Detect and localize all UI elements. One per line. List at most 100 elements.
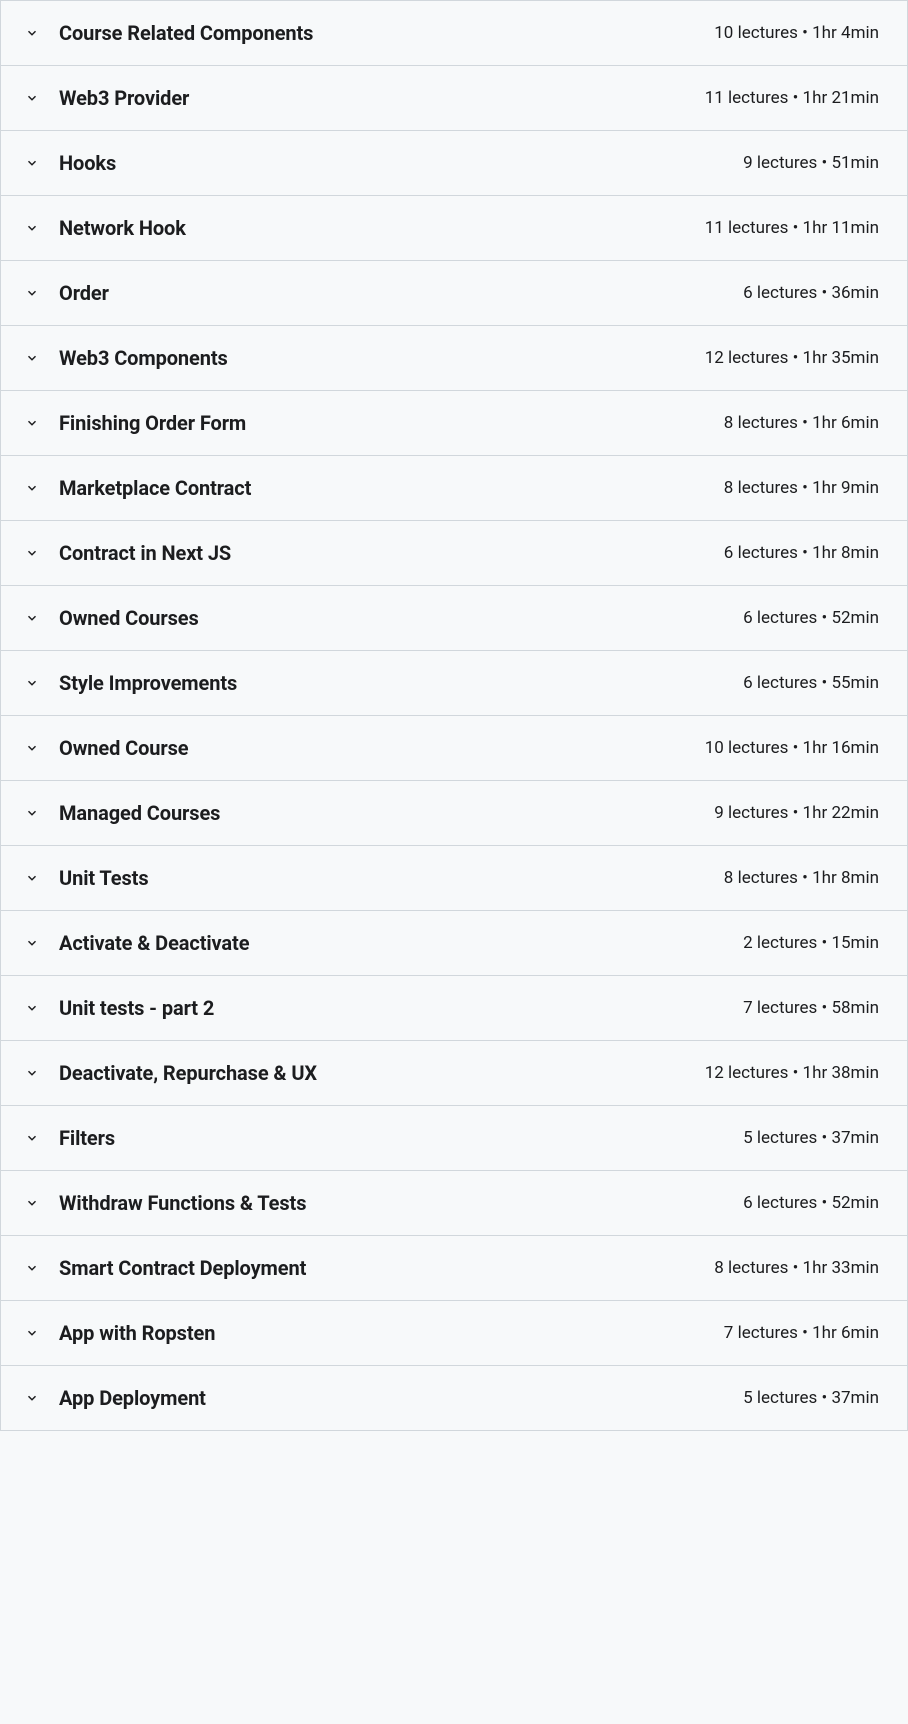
section-title: App Deployment — [59, 1386, 206, 1410]
section-left: Style Improvements — [25, 671, 237, 695]
section-meta: 6 lectures • 1hr 8min — [724, 543, 879, 563]
section-row[interactable]: Owned Courses 6 lectures • 52min — [1, 586, 907, 651]
chevron-down-icon — [25, 676, 39, 690]
chevron-down-icon — [25, 416, 39, 430]
chevron-down-icon — [25, 481, 39, 495]
section-title: Smart Contract Deployment — [59, 1256, 306, 1280]
section-title: Managed Courses — [59, 801, 220, 825]
section-left: Order — [25, 281, 109, 305]
section-title: Unit tests - part 2 — [59, 996, 214, 1020]
section-title: Style Improvements — [59, 671, 237, 695]
section-left: Unit tests - part 2 — [25, 996, 214, 1020]
chevron-down-icon — [25, 741, 39, 755]
section-title: Web3 Provider — [59, 86, 189, 110]
section-title: Finishing Order Form — [59, 411, 246, 435]
section-row[interactable]: Network Hook 11 lectures • 1hr 11min — [1, 196, 907, 261]
section-row[interactable]: Owned Course 10 lectures • 1hr 16min — [1, 716, 907, 781]
curriculum-panel: Course Related Components 10 lectures • 1… — [0, 0, 908, 1431]
section-left: App Deployment — [25, 1386, 206, 1410]
section-row[interactable]: Course Related Components 10 lectures • 1… — [1, 1, 907, 66]
section-title: Contract in Next JS — [59, 541, 231, 565]
section-left: App with Ropsten — [25, 1321, 215, 1345]
section-meta: 6 lectures • 36min — [743, 283, 879, 303]
section-row[interactable]: Smart Contract Deployment 8 lectures • 1h… — [1, 1236, 907, 1301]
section-left: Owned Courses — [25, 606, 199, 630]
section-row[interactable]: Unit tests - part 27 lectures • 58min — [1, 976, 907, 1041]
chevron-down-icon — [25, 611, 39, 625]
section-meta: 6 lectures • 52min — [743, 1193, 879, 1213]
chevron-down-icon — [25, 26, 39, 40]
chevron-down-icon — [25, 221, 39, 235]
section-title: Owned Courses — [59, 606, 199, 630]
chevron-down-icon — [25, 1066, 39, 1080]
section-row[interactable]: Hooks 9 lectures • 51min — [1, 131, 907, 196]
section-meta: 8 lectures • 1hr 9min — [724, 478, 879, 498]
section-meta: 2 lectures • 15min — [743, 933, 879, 953]
section-title: Course Related Components — [59, 21, 313, 45]
section-title: Network Hook — [59, 216, 186, 240]
section-title: Owned Course — [59, 736, 189, 760]
section-left: Filters — [25, 1126, 115, 1150]
section-meta: 7 lectures • 1hr 6min — [724, 1323, 879, 1343]
chevron-down-icon — [25, 806, 39, 820]
chevron-down-icon — [25, 936, 39, 950]
section-row[interactable]: Unit Tests 8 lectures • 1hr 8min — [1, 846, 907, 911]
section-left: Contract in Next JS — [25, 541, 231, 565]
section-left: Managed Courses — [25, 801, 220, 825]
section-left: Marketplace Contract — [25, 476, 251, 500]
section-row[interactable]: Web3 Components 12 lectures • 1hr 35min — [1, 326, 907, 391]
section-row[interactable]: App Deployment 5 lectures • 37min — [1, 1366, 907, 1430]
section-row[interactable]: Web3 Provider11 lectures • 1hr 21min — [1, 66, 907, 131]
section-row[interactable]: Finishing Order Form 8 lectures • 1hr 6mi… — [1, 391, 907, 456]
section-left: Network Hook — [25, 216, 186, 240]
section-title: Filters — [59, 1126, 115, 1150]
section-left: Smart Contract Deployment — [25, 1256, 306, 1280]
section-meta: 9 lectures • 51min — [743, 153, 879, 173]
section-row[interactable]: App with Ropsten 7 lectures • 1hr 6min — [1, 1301, 907, 1366]
section-meta: 12 lectures • 1hr 35min — [705, 348, 879, 368]
section-title: Unit Tests — [59, 866, 149, 890]
section-meta: 6 lectures • 52min — [743, 608, 879, 628]
section-title: Marketplace Contract — [59, 476, 251, 500]
section-row[interactable]: Activate & Deactivate 2 lectures • 15min — [1, 911, 907, 976]
section-meta: 8 lectures • 1hr 6min — [724, 413, 879, 433]
section-title: Hooks — [59, 151, 116, 175]
section-left: Web3 Provider — [25, 86, 189, 110]
section-meta: 6 lectures • 55min — [743, 673, 879, 693]
section-left: Deactivate, Repurchase & UX — [25, 1061, 317, 1085]
chevron-down-icon — [25, 1196, 39, 1210]
section-row[interactable]: Managed Courses 9 lectures • 1hr 22min — [1, 781, 907, 846]
section-left: Finishing Order Form — [25, 411, 246, 435]
chevron-down-icon — [25, 286, 39, 300]
section-meta: 5 lectures • 37min — [743, 1128, 879, 1148]
section-row[interactable]: Marketplace Contract 8 lectures • 1hr 9mi… — [1, 456, 907, 521]
chevron-down-icon — [25, 871, 39, 885]
section-meta: 11 lectures • 1hr 11min — [705, 218, 879, 238]
section-meta: 12 lectures • 1hr 38min — [705, 1063, 879, 1083]
section-left: Web3 Components — [25, 346, 228, 370]
section-left: Hooks — [25, 151, 116, 175]
section-row[interactable]: Style Improvements 6 lectures • 55min — [1, 651, 907, 716]
section-row[interactable]: Order 6 lectures • 36min — [1, 261, 907, 326]
chevron-down-icon — [25, 546, 39, 560]
section-row[interactable]: Deactivate, Repurchase & UX 12 lectures •… — [1, 1041, 907, 1106]
section-row[interactable]: Contract in Next JS 6 lectures • 1hr 8min — [1, 521, 907, 586]
section-row[interactable]: Withdraw Functions & Tests6 lectures • 5… — [1, 1171, 907, 1236]
chevron-down-icon — [25, 351, 39, 365]
section-row[interactable]: Filters 5 lectures • 37min — [1, 1106, 907, 1171]
chevron-down-icon — [25, 1326, 39, 1340]
section-meta: 10 lectures • 1hr 4min — [714, 23, 879, 43]
section-title: Activate & Deactivate — [59, 931, 249, 955]
section-left: Course Related Components — [25, 21, 313, 45]
section-left: Activate & Deactivate — [25, 931, 249, 955]
chevron-down-icon — [25, 91, 39, 105]
chevron-down-icon — [25, 156, 39, 170]
chevron-down-icon — [25, 1001, 39, 1015]
section-meta: 5 lectures • 37min — [743, 1388, 879, 1408]
section-meta: 9 lectures • 1hr 22min — [714, 803, 879, 823]
section-title: App with Ropsten — [59, 1321, 215, 1345]
chevron-down-icon — [25, 1261, 39, 1275]
section-meta: 8 lectures • 1hr 8min — [724, 868, 879, 888]
section-meta: 8 lectures • 1hr 33min — [714, 1258, 879, 1278]
section-meta: 10 lectures • 1hr 16min — [705, 738, 879, 758]
